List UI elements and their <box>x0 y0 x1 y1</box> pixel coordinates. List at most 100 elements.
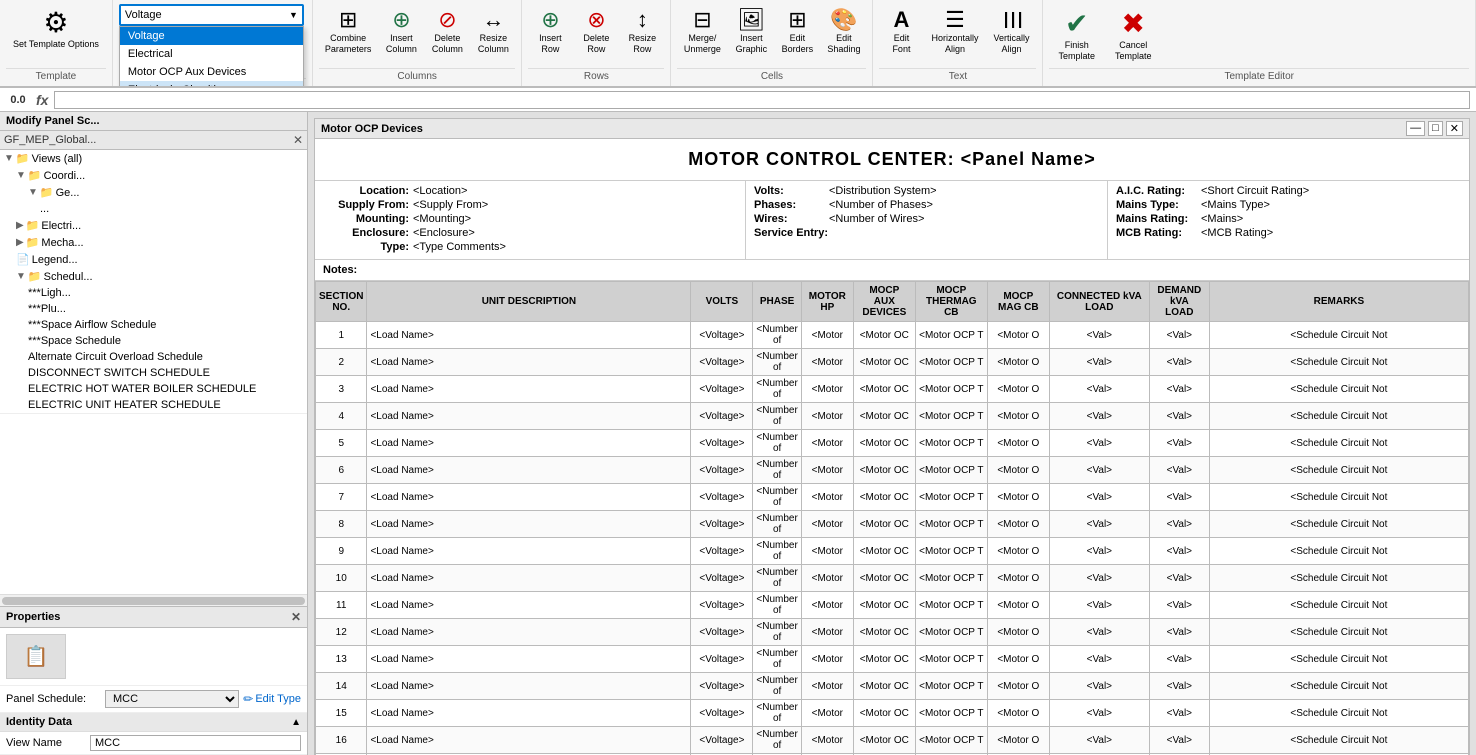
table-cell: <Load Name> <box>367 403 691 430</box>
table-cell: <Schedule Circuit Not <box>1209 349 1468 376</box>
dropdown-item-motor-ocp[interactable]: Motor OCP Aux Devices <box>120 63 303 81</box>
view-name-input[interactable] <box>90 735 301 751</box>
table-cell: <Motor OCP T <box>915 538 987 565</box>
table-cell: <Motor OC <box>853 349 915 376</box>
table-cell: <Val> <box>1149 322 1209 349</box>
tree-item-legend[interactable]: 📄 Legend... <box>0 251 307 268</box>
table-cell: <Val> <box>1149 349 1209 376</box>
table-cell: <Load Name> <box>367 430 691 457</box>
table-cell: <Val> <box>1049 565 1149 592</box>
insert-row-btn[interactable]: ⊕ InsertRow <box>528 4 572 58</box>
tree-item-disconnect[interactable]: DISCONNECT SWITCH SCHEDULE <box>0 365 307 381</box>
table-cell: 15 <box>316 700 367 727</box>
resize-row-btn[interactable]: ↕ ResizeRow <box>620 4 664 58</box>
tree-item-coordi[interactable]: ▼ 📁 Coordi... <box>0 167 307 184</box>
edit-shading-label: EditShading <box>827 33 860 55</box>
tree-item-schedul[interactable]: ▼ 📁 Schedul... <box>0 268 307 285</box>
table-cell: <Number of <box>753 403 801 430</box>
close-panel-btn[interactable]: ✕ <box>1446 121 1463 136</box>
voltage-dropdown-container: Voltage ▼ Voltage Electrical Motor OCP A… <box>119 4 306 26</box>
table-cell: <Val> <box>1049 484 1149 511</box>
h-align-btn[interactable]: ☰ HorizontallyAlign <box>925 4 984 58</box>
minimize-btn[interactable]: — <box>1406 121 1425 136</box>
table-cell: <Number of <box>753 673 801 700</box>
edit-shading-icon: 🎨 <box>830 7 857 33</box>
cancel-template-btn[interactable]: ✖ CancelTemplate <box>1106 4 1161 65</box>
tree-item-views[interactable]: ▼ 📁 Views (all) <box>0 150 307 167</box>
panel-controls: — □ ✕ <box>1406 121 1463 136</box>
tree-item-mecha[interactable]: ▶ 📁 Mecha... <box>0 234 307 251</box>
table-cell: <Voltage> <box>691 430 753 457</box>
table-cell: <Voltage> <box>691 484 753 511</box>
combine-parameters-btn[interactable]: ⊞ CombineParameters <box>319 4 378 58</box>
mcb-rating-value: <MCB Rating> <box>1201 227 1273 239</box>
tree-item-ge[interactable]: ▼ 📁 Ge... <box>0 184 307 201</box>
identity-header[interactable]: Identity Data ▲ <box>0 713 307 732</box>
delete-column-btn[interactable]: ⊘ DeleteColumn <box>425 4 469 58</box>
panel-schedule-select[interactable]: MCC <box>105 690 239 708</box>
tree-folder-icon4: 📁 <box>26 219 40 232</box>
v-align-btn[interactable]: ☰ VerticallyAlign <box>986 4 1036 58</box>
tree-item-electri[interactable]: ▶ 📁 Electri... <box>0 217 307 234</box>
edit-type-link[interactable]: ✏ Edit Type <box>243 692 301 706</box>
insert-graphic-btn[interactable]: 🖼 InsertGraphic <box>729 4 773 58</box>
tree-item-space-schedule[interactable]: ***Space Schedule <box>0 333 307 349</box>
supply-label: Supply From: <box>323 199 413 211</box>
insert-column-btn[interactable]: ⊕ InsertColumn <box>379 4 423 58</box>
table-cell: <Motor OCP T <box>915 430 987 457</box>
restore-btn[interactable]: □ <box>1428 121 1443 136</box>
tree-item-unit-heater[interactable]: ELECTRIC UNIT HEATER SCHEDULE <box>0 397 307 414</box>
dropdown-item-electrical[interactable]: Electrical <box>120 45 303 63</box>
table-cell: <Number of <box>753 619 801 646</box>
table-cell: 9 <box>316 538 367 565</box>
edit-type-icon: ✏ <box>243 692 253 706</box>
close-properties-btn[interactable]: ✕ <box>291 610 301 624</box>
table-cell: <Load Name> <box>367 619 691 646</box>
mains-rating-row: Mains Rating: <Mains> <box>1116 213 1461 225</box>
panel-schedule-row: Panel Schedule: MCC ✏ Edit Type <box>0 686 307 713</box>
voltage-dropdown[interactable]: Voltage ▼ <box>119 4 304 26</box>
table-cell: <Val> <box>1049 349 1149 376</box>
dropdown-item-circuiting[interactable]: Electrical - Circuiting <box>120 81 303 88</box>
modify-panel-label: Modify Panel Sc... <box>6 115 100 127</box>
content-area[interactable]: Motor OCP Devices — □ ✕ MOTOR CONTROL CE… <box>308 112 1476 755</box>
tree-item-water-boiler[interactable]: ELECTRIC HOT WATER BOILER SCHEDULE <box>0 381 307 397</box>
tree-item-sub[interactable]: ... <box>0 201 307 217</box>
edit-font-btn[interactable]: A EditFont <box>879 4 923 58</box>
table-cell: <Motor <box>801 349 853 376</box>
delete-row-btn[interactable]: ⊗ DeleteRow <box>574 4 618 58</box>
tree-item-alternate[interactable]: Alternate Circuit Overload Schedule <box>0 349 307 365</box>
tree-item-light[interactable]: ***Ligh... <box>0 285 307 301</box>
resize-column-btn[interactable]: ↔ ResizeColumn <box>471 4 515 58</box>
table-cell: <Val> <box>1049 700 1149 727</box>
table-cell: <Motor <box>801 457 853 484</box>
table-cell: <Number of <box>753 511 801 538</box>
template-group-label: Template <box>6 68 106 82</box>
edit-borders-btn[interactable]: ⊞ EditBorders <box>775 4 819 58</box>
table-cell: <Val> <box>1149 565 1209 592</box>
dropdown-item-voltage[interactable]: Voltage <box>120 27 303 45</box>
col-demand-kva: DEMANDkVALOAD <box>1149 282 1209 322</box>
table-cell: <Number of <box>753 646 801 673</box>
fx-btn[interactable]: fx <box>36 92 48 108</box>
identity-collapse-icon: ▲ <box>291 717 301 728</box>
table-cell: <Voltage> <box>691 376 753 403</box>
tree-scroll[interactable]: ▼ 📁 Views (all) ▼ 📁 Coordi... ▼ 📁 Ge... … <box>0 150 307 594</box>
table-cell: <Val> <box>1149 376 1209 403</box>
hscroll-track[interactable] <box>2 597 305 605</box>
schedule-table: SECTIONNO. UNIT DESCRIPTION VOLTS PHASE … <box>315 281 1469 755</box>
delete-row-icon: ⊗ <box>587 7 605 33</box>
edit-shading-btn[interactable]: 🎨 EditShading <box>821 4 866 58</box>
tree-hscroll[interactable] <box>0 594 307 606</box>
tree-item-plu[interactable]: ***Plu... <box>0 301 307 317</box>
tree-item-space-airflow[interactable]: ***Space Airflow Schedule <box>0 317 307 333</box>
set-template-options-btn[interactable]: ⚙ Set Template Options <box>6 4 106 55</box>
table-cell: <Voltage> <box>691 349 753 376</box>
mains-type-label: Mains Type: <box>1116 199 1201 211</box>
formula-input[interactable] <box>54 91 1470 109</box>
water-boiler-label: ELECTRIC HOT WATER BOILER SCHEDULE <box>28 383 256 395</box>
table-cell: <Val> <box>1049 457 1149 484</box>
finish-template-btn[interactable]: ✔ FinishTemplate <box>1049 4 1104 65</box>
merge-unmerge-btn[interactable]: ⊟ Merge/Unmerge <box>677 4 727 58</box>
close-tree-btn[interactable]: ✕ <box>293 133 303 147</box>
